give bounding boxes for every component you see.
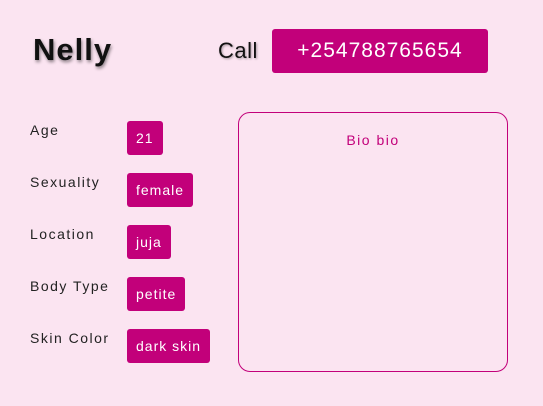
location-label: Location: [30, 226, 95, 242]
call-label: Call: [218, 38, 258, 63]
skin-color-label: Skin Color: [30, 330, 110, 346]
sexuality-value: female: [127, 173, 194, 207]
skin-color-value: dark skin: [127, 329, 211, 363]
body-type-label: Body Type: [30, 278, 110, 294]
bio-text: Bio bio: [346, 132, 400, 148]
sexuality-label: Sexuality: [30, 174, 101, 190]
profile-name: Nelly: [33, 32, 113, 67]
age-label: Age: [30, 122, 60, 138]
body-type-value: petite: [127, 277, 186, 311]
age-value: 21: [127, 121, 163, 155]
location-value: juja: [127, 225, 171, 259]
phone-call-button[interactable]: +254788765654: [272, 29, 488, 73]
bio-box: Bio bio: [238, 112, 508, 372]
